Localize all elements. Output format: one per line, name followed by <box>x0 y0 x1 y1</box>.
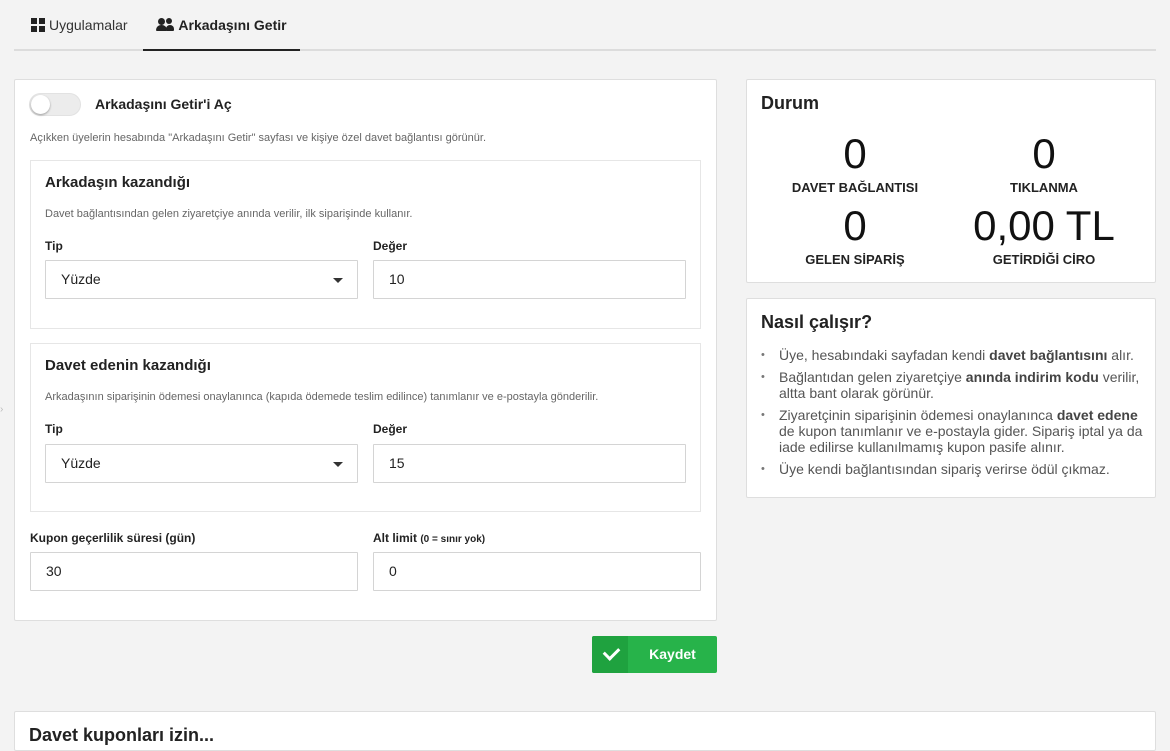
stat-orders: 0 GELEN SİPARİŞ <box>753 202 957 268</box>
stat-value: 0 <box>843 130 867 177</box>
tab-bar: Uygulamalar Arkadaşını Getir <box>14 0 1156 51</box>
save-label: Kaydet <box>649 646 696 662</box>
select-value: Yüzde <box>61 455 101 471</box>
how-list: Üye, hesabındaki sayfadan kendi davet ba… <box>761 347 1143 483</box>
caret-down-icon <box>333 278 343 283</box>
friend-type-select[interactable]: Yüzde <box>45 260 358 299</box>
toggle-knob <box>31 95 50 114</box>
min-limit-input[interactable]: 0 <box>373 552 701 591</box>
min-limit-label: Alt limit (0 = sınır yok) <box>373 531 485 545</box>
select-value: Yüzde <box>61 271 101 287</box>
tab-label: Arkadaşını Getir <box>178 16 287 33</box>
validity-input[interactable]: 30 <box>30 552 358 591</box>
stat-revenue: 0,00 TL GETİRDİĞİ CİRO <box>942 202 1146 268</box>
check-icon <box>592 636 628 673</box>
list-item: Üye, hesabındaki sayfadan kendi davet ba… <box>761 347 1143 363</box>
inviter-reward-section: Davet edenin kazandığı Arkadaşının sipar… <box>30 343 701 512</box>
invite-coupons-title: Davet kuponları izin... <box>29 725 215 745</box>
status-title: Durum <box>761 93 819 113</box>
friend-value-input[interactable]: 10 <box>373 260 686 299</box>
stat-value: 0 <box>843 202 867 249</box>
tab-label: Uygulamalar <box>49 16 128 33</box>
stat-caption: GETİRDİĞİ CİRO <box>992 252 1096 267</box>
inviter-type-select[interactable]: Yüzde <box>45 444 358 483</box>
section-description: Davet bağlantısından gelen ziyaretçiye a… <box>45 208 413 220</box>
type-label: Tip <box>45 422 63 436</box>
how-it-works-card: Nasıl çalışır? Üye, hesabındaki sayfadan… <box>746 298 1156 498</box>
min-limit-label-text: Alt limit <box>373 531 417 545</box>
value-label: Değer <box>373 239 408 253</box>
section-description: Arkadaşının siparişinin ödemesi onaylanı… <box>45 391 599 403</box>
stat-invite-links: 0 DAVET BAĞLANTISI <box>753 130 957 196</box>
stat-value: 0,00 TL <box>973 202 1115 249</box>
list-item: Üye kendi bağlantısından sipariş verirse… <box>761 461 1143 477</box>
enable-toggle[interactable] <box>29 93 81 116</box>
stat-caption: GELEN SİPARİŞ <box>805 252 905 267</box>
inviter-value-input[interactable]: 15 <box>373 444 686 483</box>
status-card: Durum 0 DAVET BAĞLANTISI 0 TIKLANMA 0 GE… <box>746 79 1156 283</box>
section-title: Davet edenin kazandığı <box>45 357 211 374</box>
list-item: Ziyaretçinin siparişinin ödemesi onaylan… <box>761 407 1143 455</box>
users-icon <box>156 18 175 31</box>
stat-value: 0 <box>1032 130 1056 177</box>
stat-caption: TIKLANMA <box>1010 180 1078 195</box>
toggle-description: Açıkken üyelerin hesabında "Arkadaşını G… <box>30 132 487 144</box>
type-label: Tip <box>45 239 63 253</box>
tab-arkadasini-getir[interactable]: Arkadaşını Getir <box>143 0 300 51</box>
toggle-label: Arkadaşını Getir'i Aç <box>95 96 232 112</box>
section-title: Arkadaşın kazandığı <box>45 174 191 191</box>
list-item: Bağlantıdan gelen ziyaretçiye anında ind… <box>761 369 1143 401</box>
tab-uygulamalar[interactable]: Uygulamalar <box>31 0 128 49</box>
invite-coupons-card: Davet kuponları izin... <box>14 711 1156 751</box>
settings-card: Arkadaşını Getir'i Aç Açıkken üyelerin h… <box>14 79 717 621</box>
caret-down-icon <box>333 462 343 467</box>
how-title: Nasıl çalışır? <box>761 312 873 332</box>
side-collapse-arrow-icon[interactable]: › <box>0 404 6 415</box>
validity-label: Kupon geçerlilik süresi (gün) <box>30 531 196 545</box>
friend-reward-section: Arkadaşın kazandığı Davet bağlantısından… <box>30 160 701 329</box>
value-label: Değer <box>373 422 408 436</box>
save-button[interactable]: Kaydet <box>592 636 717 673</box>
grid-icon <box>31 18 45 32</box>
stat-clicks: 0 TIKLANMA <box>942 130 1146 196</box>
stat-caption: DAVET BAĞLANTISI <box>791 180 919 195</box>
min-limit-note: (0 = sınır yok) <box>420 534 486 545</box>
